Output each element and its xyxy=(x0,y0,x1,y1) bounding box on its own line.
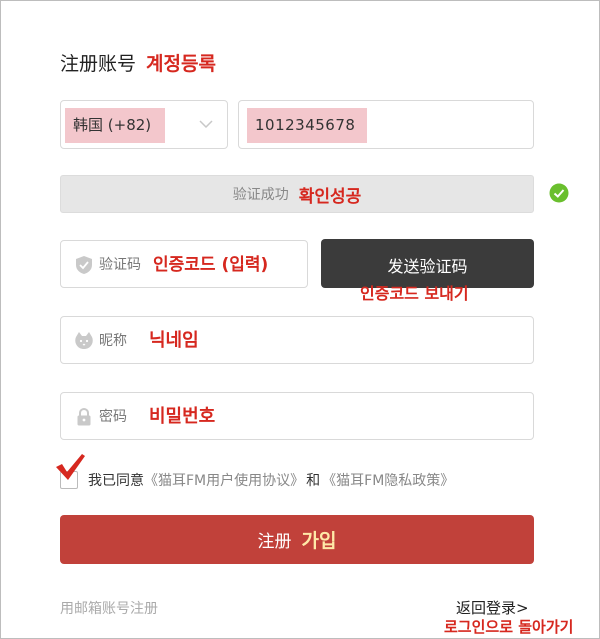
privacy-link[interactable]: 《猫耳FM隐私政策》 xyxy=(322,470,454,490)
phone-value: 1012345678 xyxy=(255,116,356,134)
check-circle-icon xyxy=(549,183,569,203)
country-select[interactable]: 韩国 (+82) xyxy=(60,100,228,149)
agreement-row: 我已同意 《猫耳FM用户使用协议》 和 《猫耳FM隐私政策》 xyxy=(60,468,454,492)
nickname-placeholder: 昵称 xyxy=(99,333,127,349)
verification-code-placeholder: 验证码 xyxy=(99,257,141,273)
nickname-annotation: 닉네임 xyxy=(149,330,199,351)
password-input[interactable]: 密码 비밀번호 xyxy=(60,392,534,440)
register-label: 注册 xyxy=(257,532,292,552)
title-annotation: 계정등록 xyxy=(146,52,216,75)
send-code-annotation: 인증코드 보내기 xyxy=(360,284,469,303)
verification-status-text: 验证成功 xyxy=(232,187,289,203)
verification-code-input[interactable]: 验证码 인증코드 (입력) xyxy=(60,240,308,288)
back-to-login-annotation: 로그인으로 돌아가기 xyxy=(444,618,574,636)
send-code-label: 发送验证码 xyxy=(387,257,468,276)
verification-code-annotation: 인증코드 (입력) xyxy=(153,255,269,275)
country-value: 韩国 (+82) xyxy=(73,116,152,134)
page-title: 注册账号 xyxy=(60,52,137,75)
register-annotation: 가입 xyxy=(301,530,337,552)
chevron-down-icon xyxy=(199,120,213,129)
password-placeholder: 密码 xyxy=(99,409,127,425)
agreement-and-text: 和 xyxy=(306,473,321,489)
password-annotation: 비밀번호 xyxy=(149,406,216,427)
terms-link[interactable]: 《猫耳FM用户使用协议》 xyxy=(144,470,304,490)
verification-annotation: 확인성공 xyxy=(298,186,362,207)
phone-input[interactable]: 1012345678 xyxy=(238,100,534,149)
lock-icon xyxy=(77,407,91,426)
title-row: 注册账号 계정등록 xyxy=(60,48,216,76)
verification-status-bar: 验证成功 확인성공 xyxy=(60,175,534,213)
checkmark-icon xyxy=(56,454,85,480)
shield-icon xyxy=(76,256,92,274)
register-button[interactable]: 注册 가입 xyxy=(60,515,534,564)
cat-face-icon xyxy=(75,332,93,349)
back-to-login-link[interactable]: 返回登录> xyxy=(456,597,529,618)
nickname-input[interactable]: 昵称 닉네임 xyxy=(60,316,534,364)
email-register-link[interactable]: 用邮箱账号注册 xyxy=(60,598,158,618)
agreement-lead-text: 我已同意 xyxy=(88,473,144,489)
